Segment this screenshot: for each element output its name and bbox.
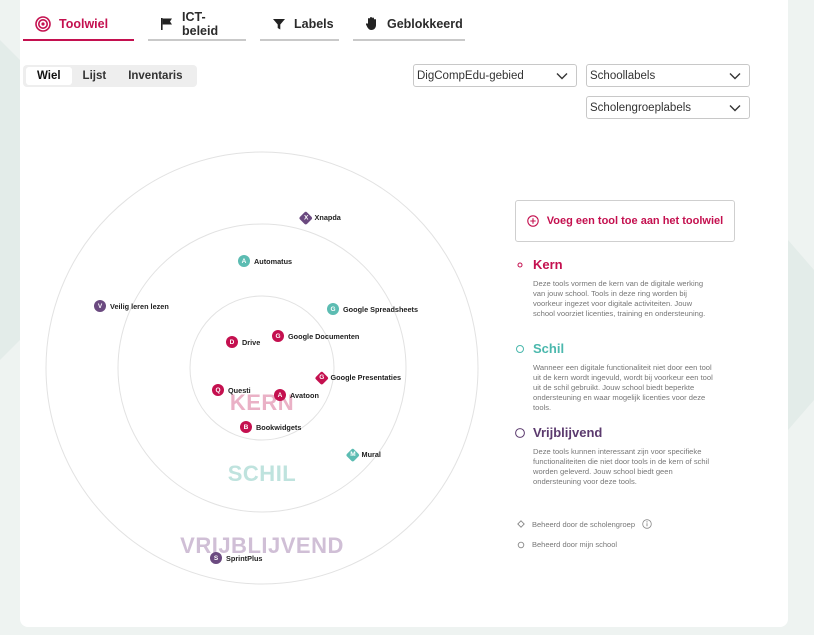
tool-label: Automatus <box>254 256 293 266</box>
legend-kern: Kern Deze tools vormen de kern van de di… <box>515 257 715 319</box>
legend-desc-vrijblijvend: Deze tools kunnen interessant zijn voor … <box>533 447 710 486</box>
tool-xnapda[interactable]: X Xnapda <box>299 211 341 225</box>
tool-label: SprintPlus <box>226 553 263 563</box>
add-tool-label: Voeg een tool toe aan het toolwiel <box>546 215 724 227</box>
tool-badge: V <box>94 300 106 312</box>
tool-label: Google Spreadsheets <box>343 304 419 314</box>
tool-badge: A <box>238 255 250 267</box>
tool-sprintplus[interactable]: S SprintPlus <box>210 552 263 564</box>
ring-label-schil: SCHIL <box>227 461 297 486</box>
tool-drive[interactable]: D Drive <box>226 336 260 348</box>
tool-mural[interactable]: M Mural <box>346 448 381 462</box>
tool-badge: M <box>346 448 360 462</box>
tool-label: Drive <box>242 337 261 347</box>
tool-badge: G <box>272 330 284 342</box>
tool-google-documenten[interactable]: G Google Documenten <box>272 330 359 342</box>
ring-vrijblijvend <box>45 151 479 585</box>
tool-google-presentaties[interactable]: G Google Presentaties <box>315 371 402 385</box>
legend-desc-schil: Wanneer een digitale functionaliteit nie… <box>533 363 713 412</box>
add-tool-button[interactable]: Voeg een tool toe aan het toolwiel <box>515 200 735 242</box>
tool-google-spreadsheets[interactable]: G Google Spreadsheets <box>327 303 418 315</box>
managed-by-school: Beheerd door mijn school <box>517 540 617 549</box>
legend-title-kern: Kern <box>533 257 563 272</box>
tool-label: Veilig leren lezen <box>110 301 169 311</box>
tool-label: Google Documenten <box>288 331 360 341</box>
managed-by-group: Beheerd door de scholengroep <box>517 519 652 529</box>
tool-label: Mural <box>361 450 381 460</box>
info-icon[interactable] <box>642 519 652 529</box>
tool-badge: D <box>226 336 238 348</box>
tool-badge: Q <box>212 384 224 396</box>
legend-schil: Schil Wanneer een digitale functionalite… <box>515 341 715 413</box>
tool-label: Avatoon <box>290 390 319 400</box>
legend-desc-kern: Deze tools vormen de kern van de digital… <box>533 279 706 318</box>
tool-badge: G <box>315 371 329 385</box>
tool-questi[interactable]: Q Questi <box>212 384 251 396</box>
legend-title-vrijblijvend: Vrijblijvend <box>533 425 603 440</box>
tool-avatoon[interactable]: A Avatoon <box>274 389 319 401</box>
tool-badge: X <box>299 211 313 225</box>
large-circle-icon <box>515 427 525 438</box>
diamond-icon <box>517 520 525 528</box>
tool-veilig-leren-lezen[interactable]: V Veilig leren lezen <box>94 300 169 312</box>
legend-vrijblijvend: Vrijblijvend Deze tools kunnen interessa… <box>515 425 715 487</box>
tool-label: Google Presentaties <box>330 373 402 383</box>
ring-kern <box>189 295 335 441</box>
small-circle-icon <box>517 262 523 267</box>
tool-label: Questi <box>228 385 251 395</box>
tool-badge: S <box>210 552 222 564</box>
tool-automatus[interactable]: A Automatus <box>238 255 292 267</box>
circle-icon <box>517 541 525 548</box>
tool-label: Bookwidgets <box>256 422 302 432</box>
plus-circle-icon <box>527 215 539 227</box>
tool-bookwidgets[interactable]: B Bookwidgets <box>240 421 301 433</box>
managed-by-school-label: Beheerd door mijn school <box>532 540 618 549</box>
legend-title-schil: Schil <box>533 341 565 356</box>
tool-badge: A <box>274 389 286 401</box>
tool-badge: B <box>240 421 252 433</box>
tool-label: Xnapda <box>314 213 341 223</box>
managed-by-group-label: Beheerd door de scholengroep <box>532 519 635 529</box>
tool-badge: G <box>327 303 339 315</box>
medium-circle-icon <box>516 344 524 353</box>
